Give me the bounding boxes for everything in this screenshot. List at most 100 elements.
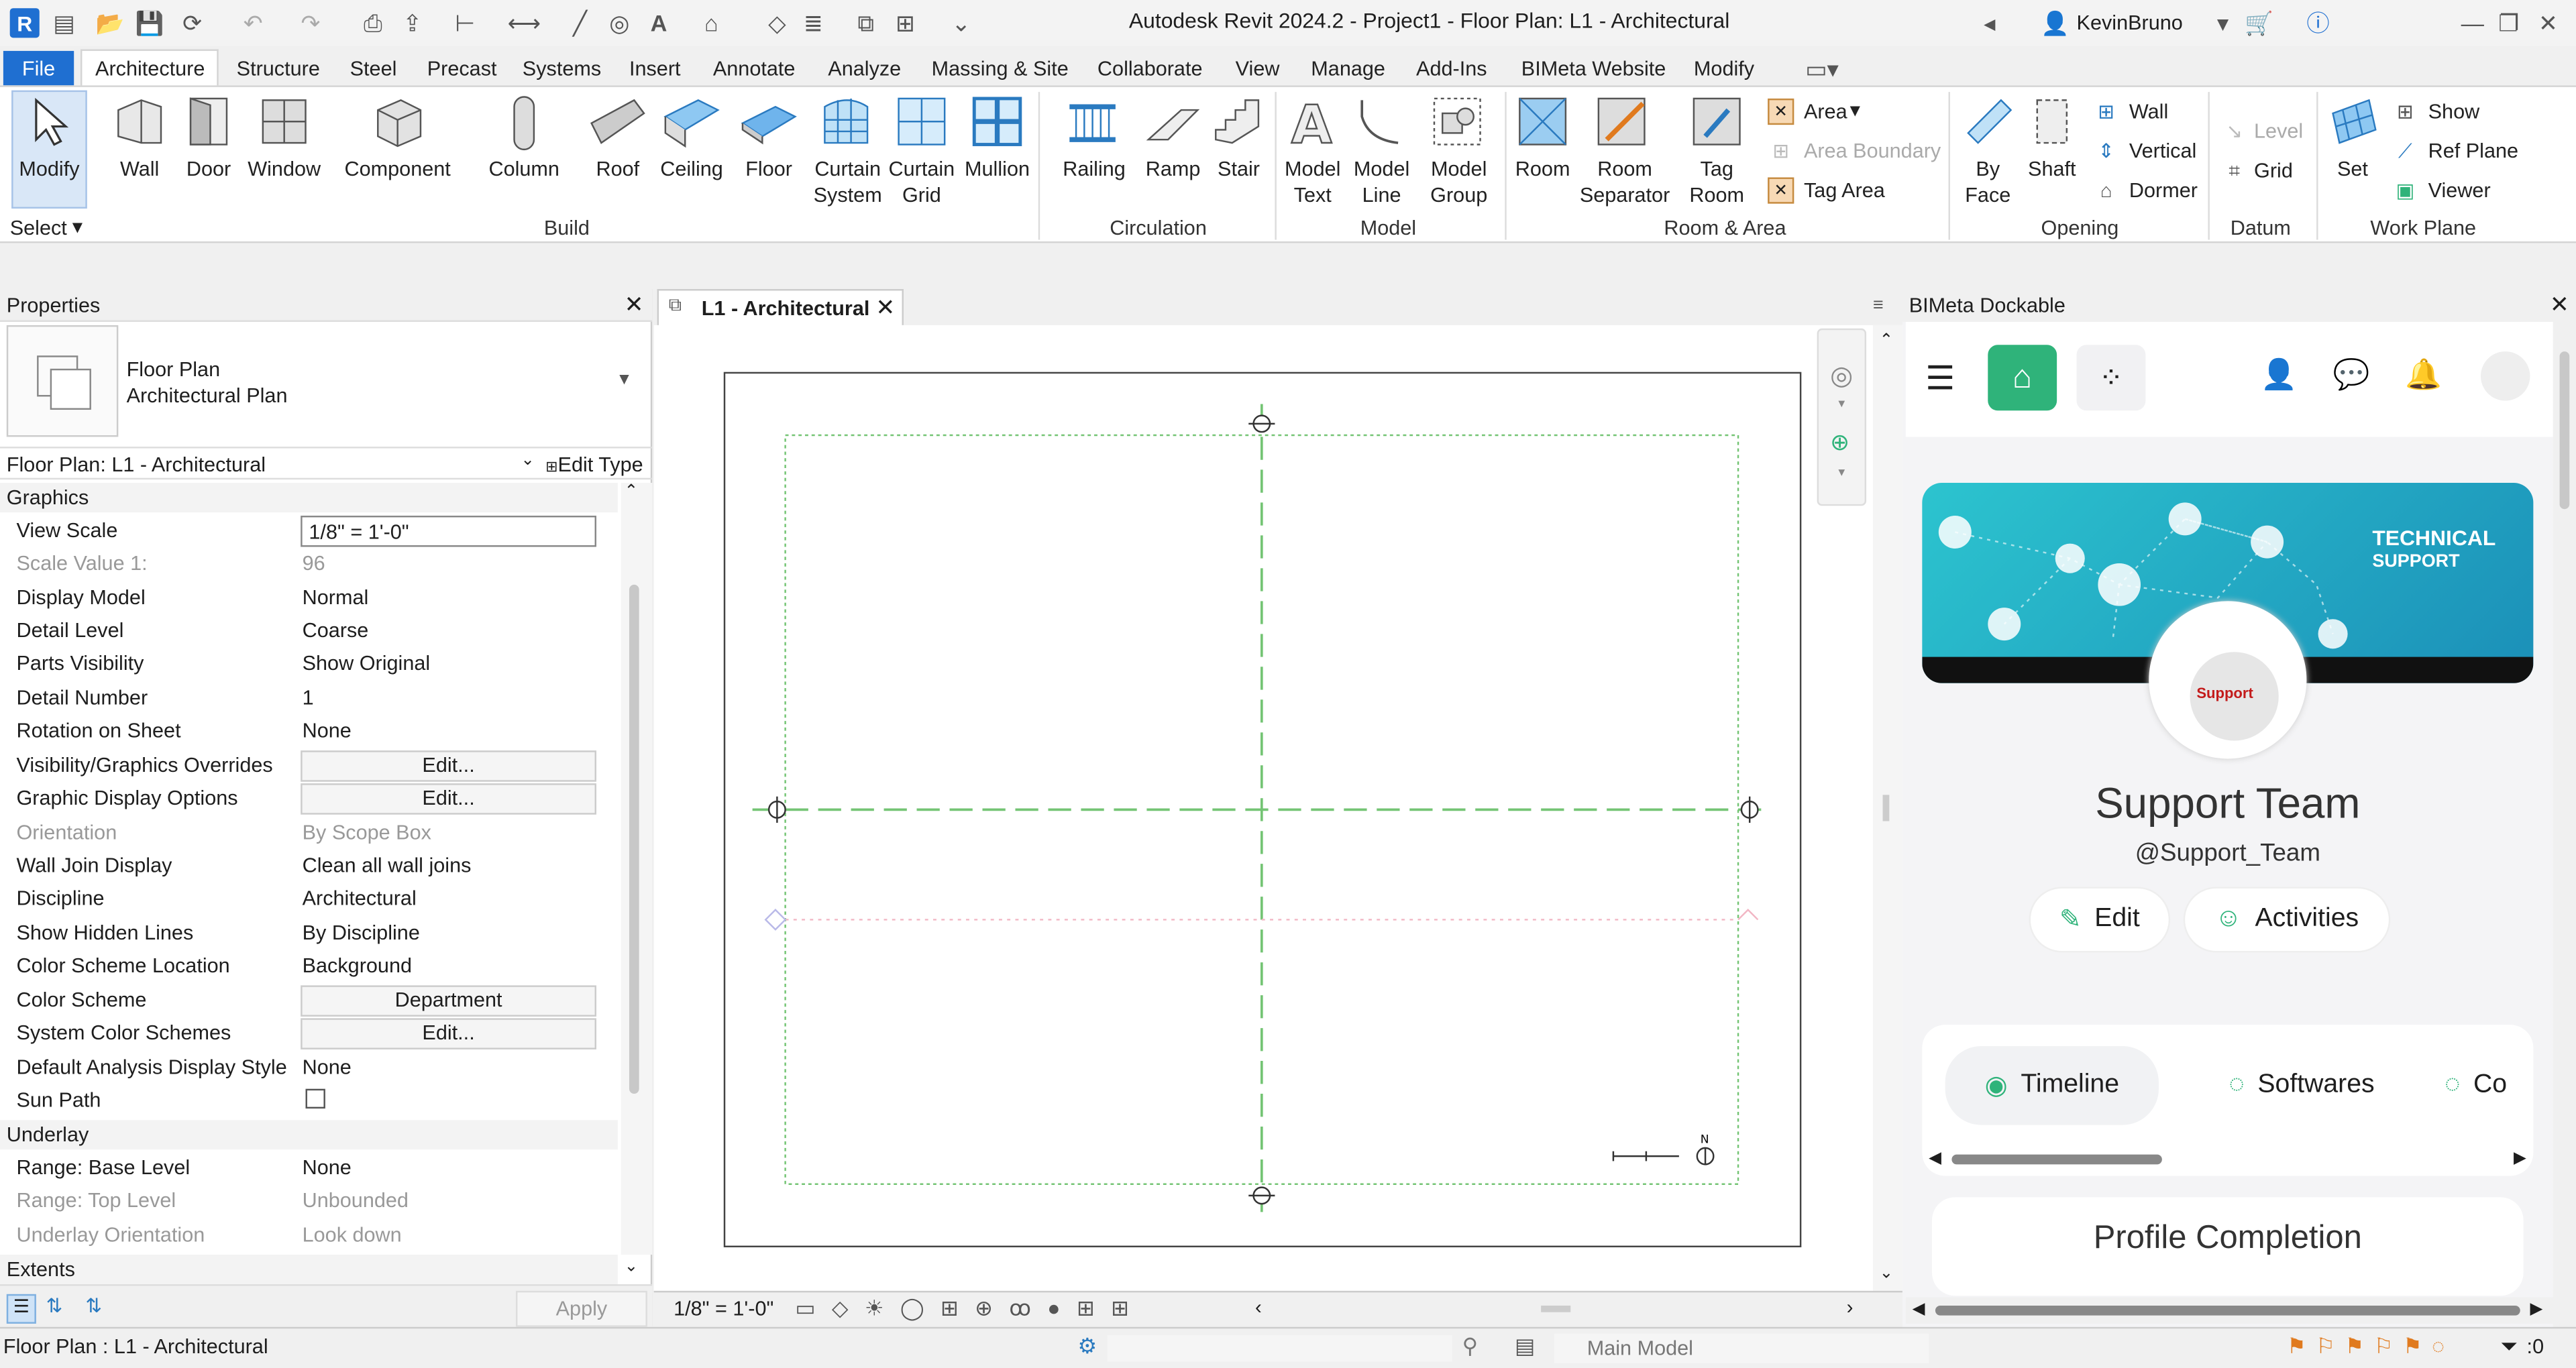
select-dropdown-arrow-icon[interactable]: ▾ xyxy=(72,213,83,239)
stair-button[interactable]: Stair xyxy=(1206,156,1272,182)
tab-collaborate[interactable]: Collaborate xyxy=(1097,58,1203,80)
shaft-button[interactable]: Shaft xyxy=(2021,156,2083,182)
room-separator-button[interactable]: Room Separator xyxy=(1577,156,1672,209)
view-tab-close-icon[interactable]: ✕ xyxy=(875,294,895,322)
underlay-section[interactable]: Underlay xyxy=(0,1120,618,1150)
prop-row-detail-number[interactable]: Detail Number 1 xyxy=(0,681,618,714)
activities-button[interactable]: ☺ Activities xyxy=(2183,887,2391,953)
graphics-section[interactable]: Graphics xyxy=(0,483,618,513)
undo-icon[interactable]: ↶ xyxy=(238,8,268,38)
design-option-dropdown[interactable]: Main Model xyxy=(1554,1333,1929,1363)
prop-row-show-hidden-lines[interactable]: Show Hidden Lines By Discipline xyxy=(0,917,618,950)
design-options-icon[interactable]: ▤ xyxy=(1515,1334,1535,1360)
window-button[interactable]: Window xyxy=(243,156,325,182)
tabs-scroll-right-icon[interactable]: ▶ xyxy=(2514,1149,2526,1167)
column-button[interactable]: Column xyxy=(483,156,565,182)
user-name[interactable]: KevinBruno xyxy=(2077,11,2183,34)
ceiling-button[interactable]: Ceiling xyxy=(654,156,730,182)
graphic-display-edit-button[interactable]: Edit... xyxy=(301,783,596,815)
customize-qat-icon[interactable]: ⌄ xyxy=(947,8,976,38)
help-icon[interactable]: ⓘ xyxy=(2303,8,2332,38)
thin-lines-icon[interactable]: ≣ xyxy=(798,8,828,38)
prop-value[interactable]: None xyxy=(303,1156,352,1179)
view-scroll-thumb[interactable] xyxy=(1882,795,1890,821)
measure-icon[interactable]: ⊢ xyxy=(450,8,480,38)
user-dropdown-icon[interactable]: ▾ xyxy=(2208,8,2237,38)
wall-button[interactable]: Wall xyxy=(109,156,171,182)
prop-value[interactable]: None xyxy=(303,1056,352,1079)
color-scheme-button[interactable]: Department xyxy=(301,985,596,1017)
level-button[interactable]: Level xyxy=(2254,118,2303,144)
instance-selector-dropdown-icon[interactable]: ⌄ xyxy=(521,451,535,469)
tag-room-button[interactable]: Tag Room xyxy=(1682,156,1752,209)
restore-icon[interactable]: ❐ xyxy=(2494,8,2524,38)
tabs-scroll-left-icon[interactable]: ◀ xyxy=(1929,1149,1941,1167)
tabs-scroll-thumb[interactable] xyxy=(1951,1154,2162,1165)
tab-insert[interactable]: Insert xyxy=(629,58,681,80)
export-icon[interactable]: ⇪ xyxy=(398,8,427,38)
apply-button[interactable]: Apply xyxy=(515,1290,647,1327)
model-group-button[interactable]: Model Group xyxy=(1419,156,1499,209)
prop-value[interactable]: By Discipline xyxy=(303,921,420,944)
user-icon[interactable]: 👤 xyxy=(2041,8,2070,38)
dimension-icon[interactable]: ⟷ xyxy=(508,8,541,38)
area-boundary-button[interactable]: Area Boundary xyxy=(1804,138,1941,164)
instance-selector[interactable]: Floor Plan: L1 - Architectural ⌄ ⊞Edit T… xyxy=(0,447,653,480)
tab-systems[interactable]: Systems xyxy=(523,58,601,80)
area-button[interactable]: Area xyxy=(1804,99,1847,125)
notification-bell-icon[interactable]: 🔔 xyxy=(2405,358,2442,392)
sun-path-checkbox[interactable] xyxy=(305,1088,325,1109)
grid-button[interactable]: Grid xyxy=(2254,158,2293,184)
tab-co[interactable]: ◌ Co xyxy=(2445,1046,2534,1125)
tab-steel[interactable]: Steel xyxy=(350,58,397,80)
prop-value[interactable]: Clean all wall joins xyxy=(303,854,472,876)
minimize-icon[interactable]: — xyxy=(2458,8,2487,38)
properties-scroll-thumb[interactable] xyxy=(629,584,639,1094)
profile-avatar[interactable] xyxy=(2480,351,2530,401)
bimeta-scroll-left-icon[interactable]: ◀ xyxy=(1913,1301,1925,1319)
prop-row-sun-path[interactable]: Sun Path xyxy=(0,1084,618,1117)
view-scroll-down-icon[interactable]: ⌄ xyxy=(1880,1265,1894,1283)
type-selector-dropdown-icon[interactable]: ▼ xyxy=(616,371,632,389)
edit-profile-button[interactable]: ✎ Edit xyxy=(2029,887,2171,953)
tab-timeline[interactable]: ◉ Timeline xyxy=(1945,1046,2159,1125)
hamburger-menu-icon[interactable]: ☰ xyxy=(1925,358,1955,399)
tag-area-button[interactable]: Tag Area xyxy=(1804,177,1885,203)
show-button[interactable]: Show xyxy=(2428,99,2480,125)
prop-row-parts-visibility[interactable]: Parts Visibility Show Original xyxy=(0,647,618,680)
selection-filter-icons[interactable]: ⚑⚐⚑⚐⚑◌ xyxy=(2287,1334,2455,1360)
print-icon[interactable]: ⎙ xyxy=(358,8,388,38)
prop-value[interactable]: Coarse xyxy=(303,619,369,642)
extents-section[interactable]: Extents xyxy=(0,1255,618,1285)
properties-scrollbar[interactable] xyxy=(621,483,653,1255)
add-user-icon[interactable]: 👤 xyxy=(2261,358,2298,392)
wall-opening-button[interactable]: Wall xyxy=(2129,99,2168,125)
prop-row-wall-join-display[interactable]: Wall Join Display Clean all wall joins xyxy=(0,849,618,882)
view-scroll-up-icon[interactable]: ⌃ xyxy=(1880,332,1894,350)
model-text-button[interactable]: Model Text xyxy=(1278,156,1347,209)
workset-dropdown[interactable] xyxy=(1107,1335,1452,1362)
prop-row-display-model[interactable]: Display Model Normal xyxy=(0,581,618,614)
door-button[interactable]: Door xyxy=(177,156,239,182)
prop-value[interactable]: 1 xyxy=(303,687,314,709)
tab-modify[interactable]: Modify xyxy=(1694,58,1754,80)
prop-row-system-color-schemes[interactable]: System Color Schemes Edit... xyxy=(0,1017,618,1049)
ribbon-options-icon[interactable]: ▭▾ xyxy=(1805,54,1839,84)
sync-icon[interactable]: ⟳ xyxy=(177,8,207,38)
text-icon[interactable]: A xyxy=(644,8,674,38)
view-tab-l1-architectural[interactable]: ⧉ L1 - Architectural ✕ xyxy=(657,289,904,325)
view-control-icons[interactable]: ▭◇☀◯⊞⊕ꝏ●⊞⊞ xyxy=(795,1296,1145,1322)
bimeta-close-icon[interactable]: ✕ xyxy=(2550,290,2569,319)
tag-icon[interactable]: ◎ xyxy=(604,8,634,38)
prop-row-view-scale[interactable]: View Scale 1/8" = 1'-0" xyxy=(0,514,618,547)
tab-annotate[interactable]: Annotate xyxy=(713,58,796,80)
system-color-schemes-edit-button[interactable]: Edit... xyxy=(301,1018,596,1049)
view-scroll-left-icon[interactable]: ‹ xyxy=(1255,1296,1262,1318)
chat-icon[interactable]: 💬 xyxy=(2333,358,2370,392)
railing-button[interactable]: Railing xyxy=(1058,156,1130,182)
tab-analyze[interactable]: Analyze xyxy=(828,58,901,80)
model-line-button[interactable]: Model Line xyxy=(1347,156,1416,209)
view-tabs-menu-icon[interactable]: ≡ xyxy=(1873,296,1884,315)
filter-icon[interactable]: ⏷ xyxy=(2500,1334,2517,1360)
prop-row-default-analysis-display-style[interactable]: Default Analysis Display Style None xyxy=(0,1051,618,1084)
